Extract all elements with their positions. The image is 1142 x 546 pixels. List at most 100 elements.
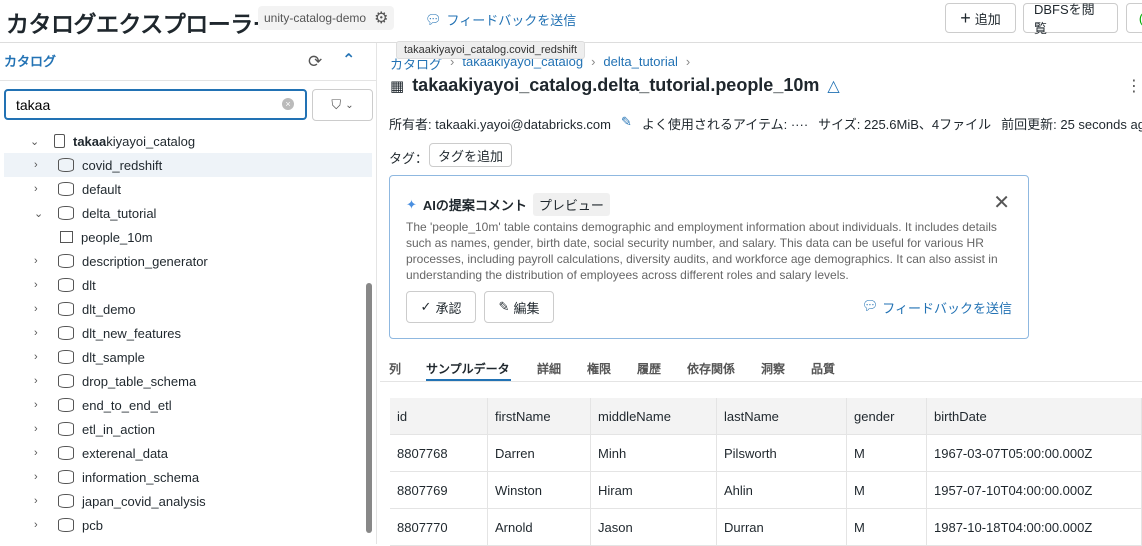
tree-item[interactable]: people_10m (4, 225, 372, 249)
table-title: takaakiyayoi_catalog.delta_tutorial.peop… (412, 75, 820, 95)
schema-icon (58, 398, 74, 412)
chevron-right-icon[interactable]: › (34, 303, 48, 315)
add-tag-button[interactable]: タグを追加 (429, 143, 513, 167)
table-cell: 1987-10-18T04:00:00.000Z (927, 509, 1142, 545)
tree-item[interactable]: › drop_table_schema (4, 369, 372, 393)
tree-item-label: delta_tutorial (82, 205, 157, 221)
schema-icon (58, 422, 74, 436)
tree-item[interactable]: › default (4, 177, 372, 201)
tab-0[interactable]: 列 (389, 360, 401, 377)
tree-item-label: dlt_sample (82, 349, 145, 365)
tree-item[interactable]: › dlt_new_features (4, 321, 372, 345)
refresh-icon[interactable]: ⟳ (308, 52, 322, 72)
tree-item[interactable]: › dlt_sample (4, 345, 372, 369)
page-title: カタログエクスプローラー (6, 11, 276, 37)
chevron-right-icon[interactable]: › (34, 351, 48, 363)
chat-icon: 💬︎ (425, 11, 442, 27)
ai-feedback-link[interactable]: 💬︎ フィードバックを送信 (862, 298, 1012, 317)
search-input[interactable] (4, 89, 307, 120)
size: サイズ: 225.6MiB、4ファイル (818, 117, 992, 132)
chevron-right-icon[interactable]: › (34, 327, 48, 339)
tree-item[interactable]: › etl_in_action (4, 417, 372, 441)
catalog-name: kiyayoi_catalog (106, 133, 196, 149)
chevron-right-icon[interactable]: › (34, 471, 48, 483)
owner: 所有者: takaaki.yayoi@databricks.com (389, 117, 611, 132)
table-cell: Ahlin (717, 472, 847, 508)
table-cell: Arnold (488, 509, 591, 545)
tree-item[interactable]: › exterenal_data (4, 441, 372, 465)
workspace-selector[interactable]: unity-catalog-demo ⚙ (258, 6, 395, 30)
schema-icon (58, 470, 74, 484)
create-button[interactable]: ( (1126, 3, 1142, 33)
scrollbar[interactable] (366, 283, 372, 533)
chevron-right-icon[interactable]: › (34, 183, 48, 195)
tree-item[interactable]: › dlt_demo (4, 297, 372, 321)
close-icon[interactable]: ✕ (993, 190, 1010, 215)
tab-6[interactable]: 洞察 (761, 360, 785, 377)
chevron-down-icon: ⌄ (345, 99, 354, 111)
table-cell: 8807768 (390, 435, 488, 471)
tree-item[interactable]: › covid_redshift (4, 153, 372, 177)
column-header[interactable]: middleName (591, 398, 717, 434)
edit-button[interactable]: ✎ 編集 (484, 291, 554, 323)
chevron-right-icon[interactable]: › (34, 495, 48, 507)
browse-dbfs-button[interactable]: DBFSを閲覧 (1023, 2, 1118, 36)
chevron-right-icon[interactable]: › (34, 423, 48, 435)
add-button[interactable]: + 追加 (945, 3, 1016, 33)
breadcrumb-item[interactable]: delta_tutorial (603, 54, 677, 73)
clear-icon[interactable]: × (282, 98, 294, 110)
column-header[interactable]: birthDate (927, 398, 1142, 434)
kebab-menu-icon[interactable]: ⋮ (1126, 76, 1142, 96)
tree-item-label: dlt_new_features (82, 325, 182, 341)
tab-2[interactable]: 詳細 (537, 360, 561, 377)
tree-item-label: dlt_demo (82, 301, 136, 317)
tree-item[interactable]: › dlt (4, 273, 372, 297)
tree-item[interactable]: › information_schema (4, 465, 372, 489)
tree-item-label: end_to_end_etl (82, 397, 172, 413)
tab-5[interactable]: 依存関係 (687, 360, 735, 377)
gear-icon[interactable]: ⚙ (374, 8, 388, 28)
panel-divider[interactable] (376, 43, 377, 544)
tab-4[interactable]: 履歴 (637, 360, 661, 377)
tree-item-label: information_schema (82, 469, 200, 485)
tree-item[interactable]: › pcb (4, 513, 372, 537)
tree-item[interactable]: › description_generator (4, 249, 372, 273)
chevron-down-icon[interactable]: ⌄ (34, 207, 48, 220)
tree-item-label: people_10m (81, 229, 153, 245)
column-header[interactable]: lastName (717, 398, 847, 434)
chevron-right-icon[interactable]: › (34, 399, 48, 411)
collapse-icon[interactable]: ⌃ (342, 50, 355, 70)
tree-item[interactable]: › japan_covid_analysis (4, 489, 372, 513)
column-header[interactable]: id (390, 398, 488, 434)
approve-label: 承認 (435, 300, 462, 316)
chevron-right-icon[interactable]: › (34, 255, 48, 267)
catalog-match: takaa (73, 133, 107, 149)
tree-catalog[interactable]: ⌄ takaa kiyayoi_catalog (4, 129, 372, 153)
table-icon (60, 231, 73, 243)
table-cell: 1967-03-07T05:00:00.000Z (927, 435, 1142, 471)
edit-owner-icon[interactable]: ✎ (621, 114, 632, 133)
column-header[interactable]: gender (847, 398, 927, 434)
chevron-right-icon[interactable]: › (34, 375, 48, 387)
chevron-right-icon[interactable]: › (34, 519, 48, 531)
tab-1[interactable]: サンプルデータ (426, 360, 510, 377)
column-header[interactable]: firstName (488, 398, 591, 434)
chevron-right-icon[interactable]: › (34, 159, 48, 171)
tab-3[interactable]: 権限 (587, 360, 611, 377)
tree-item[interactable]: › end_to_end_etl (4, 393, 372, 417)
tree-item[interactable]: ⌄ delta_tutorial (4, 201, 372, 225)
chevron-right-icon[interactable]: › (34, 279, 48, 291)
chevron-down-icon[interactable]: ⌄ (30, 135, 44, 148)
divider (380, 381, 1142, 382)
approve-button[interactable]: ✓ 承認 (406, 291, 476, 323)
filter-button[interactable]: ⛉ ⌄ (312, 89, 373, 121)
feedback-link[interactable]: 💬︎ フィードバックを送信 (425, 10, 576, 29)
tree-item-label: etl_in_action (82, 421, 155, 437)
table-row: 8807768 Darren Minh Pilsworth M 1967-03-07T05… (390, 435, 1142, 472)
ai-comment-panel: ✦ AIの提案コメント プレビュー ✕ The 'people_10m' tab… (389, 175, 1029, 339)
table-cell: M (847, 509, 927, 545)
table-row: 8807770 Arnold Jason Durran M 1987-10-18T04:0… (390, 509, 1142, 546)
tab-7[interactable]: 品質 (811, 360, 835, 377)
chevron-right-icon[interactable]: › (34, 447, 48, 459)
tree-item-label: japan_covid_analysis (82, 493, 206, 509)
